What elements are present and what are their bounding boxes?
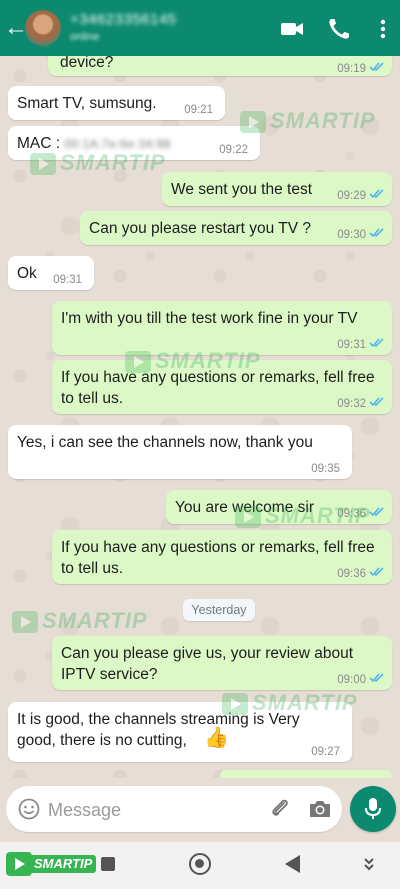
message-time: 09:00 bbox=[337, 674, 366, 686]
read-receipt-icon bbox=[369, 227, 385, 238]
message-text: Ok bbox=[17, 265, 37, 282]
camera-icon[interactable] bbox=[308, 798, 332, 820]
message-incoming[interactable]: It is good, the channels streaming is Ve… bbox=[8, 702, 352, 762]
message-time: 09:32 bbox=[337, 398, 366, 410]
message-incoming[interactable]: Yes, i can see the channels now, thank y… bbox=[8, 425, 352, 479]
message-incoming[interactable]: Ok 09:31 bbox=[8, 256, 94, 290]
message-input[interactable] bbox=[46, 790, 260, 830]
message-time: 09:22 bbox=[219, 144, 248, 156]
message-text: Can you please give us, your review abou… bbox=[61, 645, 354, 683]
message-outgoing[interactable]: Can you please restart you TV ? 09:30 bbox=[80, 211, 392, 245]
message-time: 09:21 bbox=[184, 104, 213, 116]
message-outgoing[interactable]: If you have any questions or remarks, fe… bbox=[52, 530, 392, 584]
message-outgoing[interactable]: We sent you the test 09:29 bbox=[162, 172, 392, 206]
message-time: 09:36 bbox=[337, 508, 366, 520]
message-text: We sent you the test bbox=[171, 181, 313, 198]
message-text: It is good, the channels streaming is Ve… bbox=[17, 711, 300, 749]
play-icon bbox=[6, 852, 32, 876]
logo-text: SMARTIP bbox=[30, 855, 97, 873]
message-text: Smart TV, sumsung. bbox=[17, 95, 157, 112]
more-vertical-icon[interactable] bbox=[375, 16, 391, 42]
avatar[interactable] bbox=[25, 10, 61, 46]
message-time: 09:29 bbox=[337, 190, 366, 202]
composer-bar bbox=[0, 778, 400, 842]
message-text: If you have any questions or remarks, fe… bbox=[61, 369, 375, 407]
read-receipt-icon bbox=[369, 396, 385, 407]
message-outgoing[interactable]: If you have any questions or remarks, fe… bbox=[52, 360, 392, 414]
chevron-down-icon[interactable] bbox=[362, 856, 376, 872]
message-outgoing[interactable]: Can you please give us, your review abou… bbox=[52, 636, 392, 690]
contact-name[interactable]: +34623356145 bbox=[70, 11, 177, 28]
read-receipt-icon bbox=[369, 337, 385, 348]
thumbs-up-emoji: 👍 bbox=[204, 727, 229, 749]
message-text: If you have any questions or remarks, fe… bbox=[61, 539, 375, 577]
message-incoming[interactable]: Smart TV, sumsung. 09:21 bbox=[8, 86, 225, 120]
message-box[interactable] bbox=[6, 786, 342, 832]
message-text: I'm with you till the test work fine in … bbox=[61, 310, 358, 327]
message-text: You are welcome sir bbox=[175, 499, 314, 516]
system-nav-bar: SMARTIP bbox=[0, 842, 400, 889]
microphone-button[interactable] bbox=[350, 786, 396, 832]
read-receipt-icon bbox=[369, 61, 385, 72]
microphone-icon bbox=[365, 798, 381, 819]
read-receipt-icon bbox=[369, 188, 385, 199]
emoji-icon[interactable] bbox=[18, 798, 40, 820]
message-text: Yes, i can see the channels now, thank y… bbox=[17, 434, 313, 451]
redacted-mac-address: 00:1A:7e:6e:34:98 bbox=[64, 137, 171, 151]
video-camera-icon[interactable] bbox=[279, 16, 305, 42]
recent-apps-button[interactable] bbox=[101, 857, 115, 871]
chat-header: ← +34623356145 online bbox=[0, 0, 400, 56]
message-time: 09:27 bbox=[311, 746, 340, 758]
message-outgoing[interactable]: I'm with you till the test work fine in … bbox=[52, 301, 392, 355]
read-receipt-icon bbox=[369, 672, 385, 683]
read-receipt-icon bbox=[369, 566, 385, 577]
arrow-left-icon[interactable]: ← bbox=[4, 14, 28, 42]
paperclip-icon[interactable] bbox=[268, 797, 292, 821]
home-button[interactable] bbox=[189, 853, 211, 875]
message-time: 09:36 bbox=[337, 568, 366, 580]
smartip-logo: SMARTIP bbox=[6, 852, 97, 876]
message-incoming[interactable]: MAC : 00:1A:7e:6e:34:98 09:22 bbox=[8, 126, 260, 160]
message-time: 09:19 bbox=[337, 63, 366, 75]
message-text: Can you please restart you TV ? bbox=[89, 220, 312, 237]
message-time: 09:31 bbox=[337, 339, 366, 351]
back-button[interactable] bbox=[285, 855, 300, 873]
message-time: 09:30 bbox=[337, 229, 366, 241]
read-receipt-icon bbox=[369, 506, 385, 517]
message-time: 09:31 bbox=[53, 274, 82, 286]
message-time: 09:35 bbox=[311, 463, 340, 475]
message-outgoing[interactable]: You are welcome sir 09:36 bbox=[166, 490, 392, 524]
message-label: MAC : bbox=[17, 135, 65, 152]
contact-status: online bbox=[70, 31, 100, 43]
date-divider: Yesterday bbox=[183, 599, 255, 621]
phone-icon[interactable] bbox=[326, 16, 352, 42]
